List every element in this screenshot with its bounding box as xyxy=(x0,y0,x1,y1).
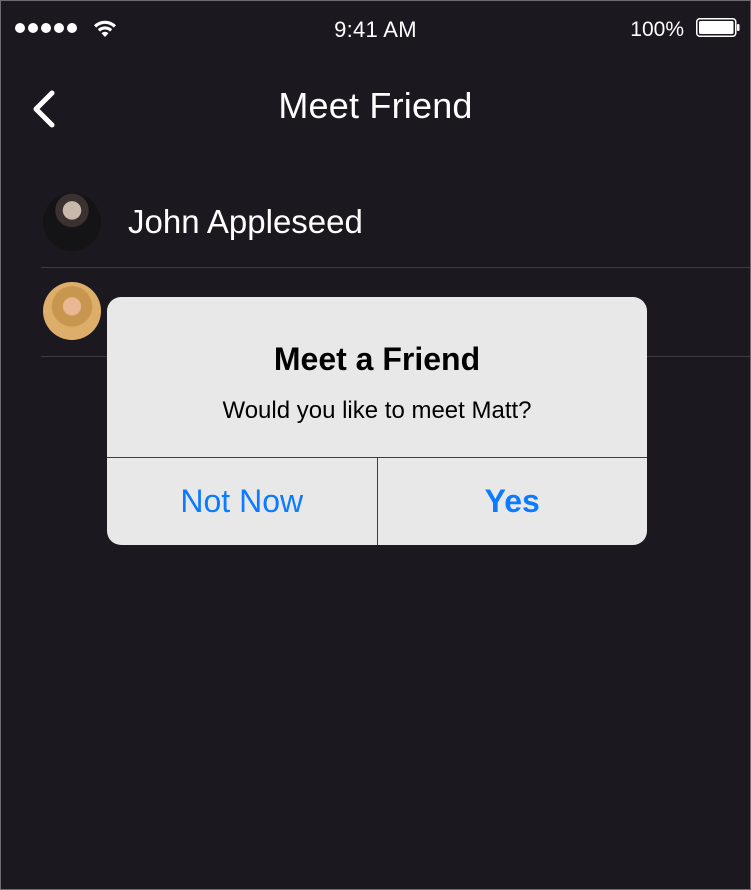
phone-screen: 9:41 AM 100% Meet Friend John Appleseed … xyxy=(0,0,751,890)
battery-icon xyxy=(696,18,740,37)
friend-name: John Appleseed xyxy=(128,203,363,240)
not-now-button[interactable]: Not Now xyxy=(107,458,377,545)
navigation-bar: Meet Friend xyxy=(1,57,750,157)
yes-button[interactable]: Yes xyxy=(376,458,648,545)
battery-percentage: 100% xyxy=(630,18,684,41)
avatar xyxy=(43,193,101,251)
alert-message: Would you like to meet Matt? xyxy=(222,397,532,424)
avatar xyxy=(43,282,101,340)
page-title: Meet Friend xyxy=(278,85,473,126)
status-bar: 9:41 AM 100% xyxy=(1,1,750,57)
alert-actions: Not Now Yes xyxy=(107,457,647,545)
alert-title: Meet a Friend xyxy=(273,341,481,377)
alert-dialog: Meet a Friend Would you like to meet Mat… xyxy=(107,297,647,545)
friend-list-item[interactable]: John Appleseed xyxy=(41,179,750,268)
